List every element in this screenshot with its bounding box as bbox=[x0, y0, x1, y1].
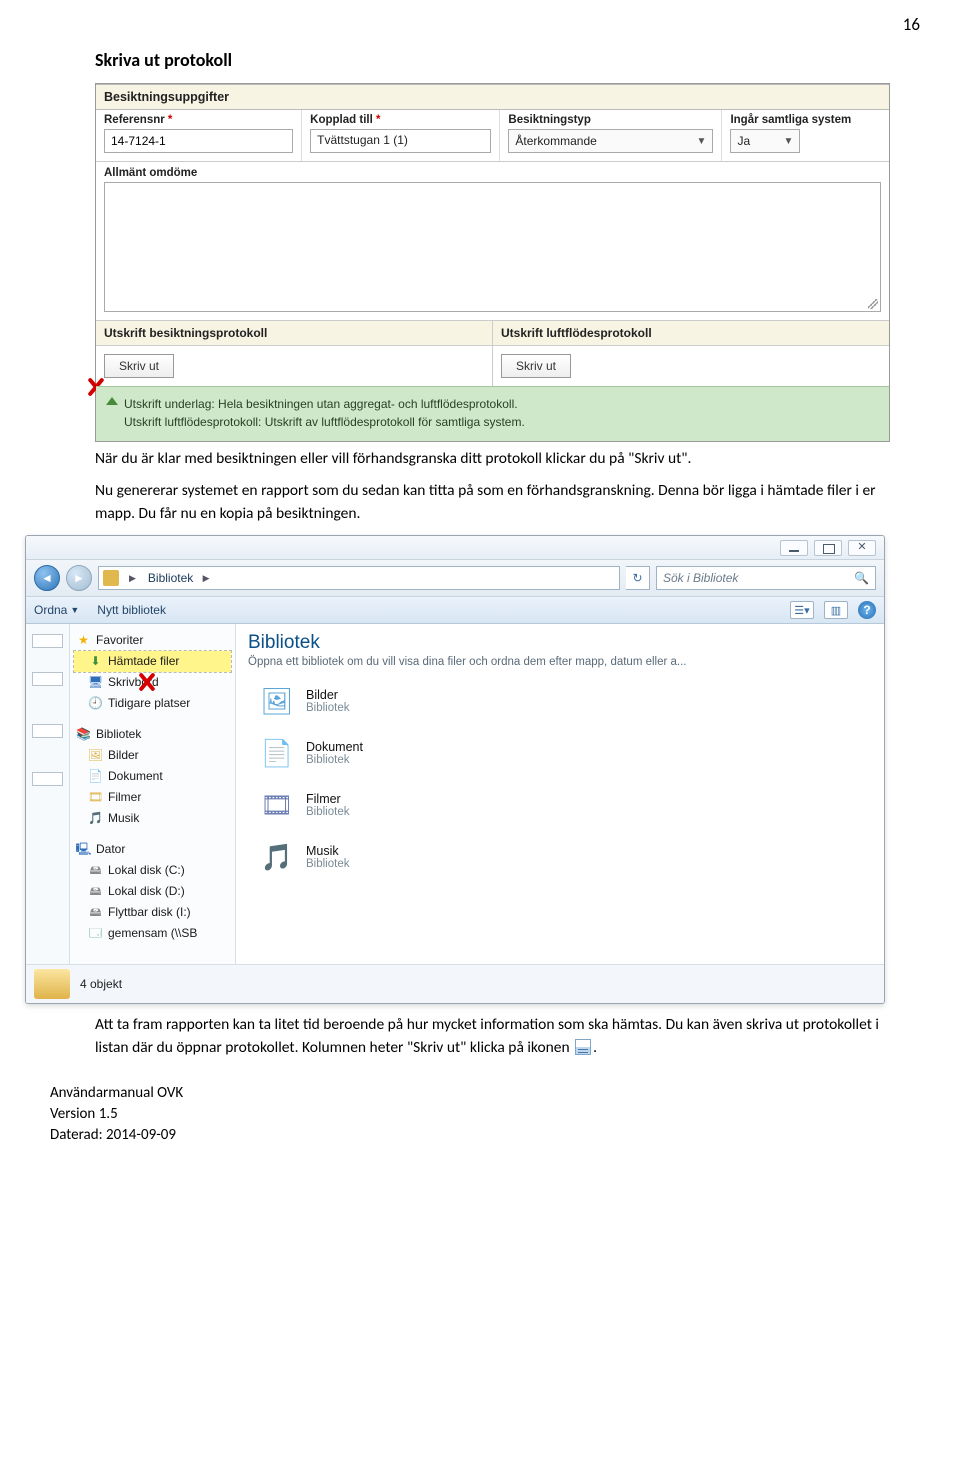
annotation-x-icon bbox=[135, 671, 157, 693]
nav-row: ◄ ► ▶ Bibliotek ▶ ↻ Sök i Bibliotek 🔍 bbox=[26, 560, 884, 597]
footer-line-2: Version 1.5 bbox=[50, 1104, 960, 1125]
nav-disk-d[interactable]: 🖴Lokal disk (D:) bbox=[74, 881, 231, 902]
music-icon: 🎵 bbox=[258, 838, 296, 876]
nav-dator[interactable]: 🖳Dator bbox=[74, 839, 231, 860]
search-input[interactable]: Sök i Bibliotek 🔍 bbox=[656, 566, 876, 590]
breadcrumb[interactable]: ▶ Bibliotek ▶ bbox=[98, 566, 620, 590]
paragraph-1: När du är klar med besiktningen eller vi… bbox=[95, 448, 890, 470]
nav-disk-i[interactable]: 🖴Flyttbar disk (I:) bbox=[74, 902, 231, 923]
footer-line-3: Daterad: 2014-09-09 bbox=[50, 1125, 960, 1146]
close-button[interactable]: ✕ bbox=[848, 540, 876, 556]
folder-icon bbox=[34, 969, 70, 999]
form-screenshot: Besiktningsuppgifter Referensnr Kopplad … bbox=[95, 83, 890, 442]
print-column-icon bbox=[575, 1039, 591, 1055]
nytt-bibliotek-button[interactable]: Nytt bibliotek bbox=[97, 603, 166, 617]
library-musik[interactable]: 🎵 MusikBibliotek bbox=[258, 838, 872, 876]
info-line-2: Utskrift luftflödesprotokoll: Utskrift a… bbox=[124, 413, 879, 431]
skriv-ut-left-button[interactable]: Skriv ut bbox=[104, 354, 174, 378]
library-bilder[interactable]: 🖼 BilderBibliotek bbox=[258, 682, 872, 720]
toolbar: Ordna ▼ Nytt bibliotek ☰▾ ▥ ? bbox=[26, 597, 884, 624]
nav-tidigare[interactable]: 🕘Tidigare platser bbox=[74, 693, 231, 714]
typ-value: Återkommande bbox=[515, 134, 596, 148]
status-text: 4 objekt bbox=[80, 977, 122, 991]
chevron-right-icon: ▶ bbox=[203, 573, 210, 584]
typ-select[interactable]: Återkommande ▼ bbox=[508, 129, 713, 153]
status-bar: 4 objekt bbox=[26, 964, 884, 1003]
chevron-down-icon: ▼ bbox=[784, 136, 794, 147]
nav-bilder[interactable]: 🖼Bilder bbox=[74, 745, 231, 766]
pictures-icon: 🖼 bbox=[258, 682, 296, 720]
kopplad-label: Kopplad till bbox=[310, 114, 491, 126]
main-subtitle: Öppna ett bibliotek om du vill visa dina… bbox=[248, 656, 872, 668]
search-placeholder: Sök i Bibliotek bbox=[663, 571, 738, 585]
refresh-button[interactable]: ↻ bbox=[626, 566, 650, 590]
ingar-label: Ingår samtliga system bbox=[730, 114, 881, 126]
nav-filmer[interactable]: 🎞Filmer bbox=[74, 787, 231, 808]
back-button[interactable]: ◄ bbox=[34, 565, 60, 591]
triangle-up-icon bbox=[106, 397, 118, 405]
forward-button[interactable]: ► bbox=[66, 565, 92, 591]
ingar-select[interactable]: Ja ▼ bbox=[730, 129, 800, 153]
ref-label: Referensnr bbox=[104, 114, 293, 126]
nav-gemensam[interactable]: 🗔gemensam (\\SB bbox=[74, 923, 231, 944]
kopplad-value: Tvättstugan 1 (1) bbox=[310, 129, 491, 153]
nav-disk-c[interactable]: 🖴Lokal disk (C:) bbox=[74, 860, 231, 881]
section-bar-besiktning: Besiktningsuppgifter bbox=[96, 84, 889, 110]
documents-icon: 📄 bbox=[258, 734, 296, 772]
print-left-title: Utskrift besiktningsprotokoll bbox=[96, 321, 492, 346]
explorer-screenshot: ✕ ◄ ► ▶ Bibliotek ▶ ↻ Sök i Bibliotek 🔍 … bbox=[25, 535, 885, 1004]
paragraph-3: Att ta fram rapporten kan ta litet tid b… bbox=[95, 1014, 890, 1059]
chevron-down-icon: ▼ bbox=[697, 136, 707, 147]
allmant-label: Allmänt omdöme bbox=[96, 161, 889, 182]
skriv-ut-right-button[interactable]: Skriv ut bbox=[501, 354, 571, 378]
ordna-menu[interactable]: Ordna ▼ bbox=[34, 603, 79, 617]
paragraph-2: Nu genererar systemet en rapport som du … bbox=[95, 480, 890, 525]
ref-input[interactable] bbox=[104, 129, 293, 153]
preview-pane-button[interactable]: ▥ bbox=[824, 601, 848, 619]
nav-dokument[interactable]: 📄Dokument bbox=[74, 766, 231, 787]
chevron-down-icon: ▼ bbox=[70, 605, 79, 615]
section-heading: Skriva ut protokoll bbox=[95, 49, 890, 71]
window-titlebar: ✕ bbox=[26, 536, 884, 560]
typ-label: Besiktningstyp bbox=[508, 114, 713, 126]
nav-bibliotek[interactable]: 📚Bibliotek bbox=[74, 724, 231, 745]
ingar-value: Ja bbox=[737, 134, 750, 148]
help-button[interactable]: ? bbox=[858, 601, 876, 619]
info-line-1: Utskrift underlag: Hela besiktningen uta… bbox=[124, 395, 879, 413]
folder-icon bbox=[103, 570, 119, 586]
nav-musik[interactable]: 🎵Musik bbox=[74, 808, 231, 829]
print-right-title: Utskrift luftflödesprotokoll bbox=[493, 321, 889, 346]
nav-favoriter[interactable]: ★Favoriter bbox=[74, 630, 231, 651]
main-pane: Bibliotek Öppna ett bibliotek om du vill… bbox=[236, 624, 884, 964]
page-number: 16 bbox=[0, 0, 960, 39]
search-icon: 🔍 bbox=[854, 571, 869, 585]
view-button[interactable]: ☰▾ bbox=[790, 601, 814, 619]
resize-handle-icon[interactable] bbox=[868, 299, 878, 309]
library-dokument[interactable]: 📄 DokumentBibliotek bbox=[258, 734, 872, 772]
info-box: Utskrift underlag: Hela besiktningen uta… bbox=[96, 386, 889, 441]
videos-icon: 🎞 bbox=[258, 786, 296, 824]
footer-line-1: Användarmanual OVK bbox=[50, 1083, 960, 1104]
allmant-textarea[interactable] bbox=[104, 182, 881, 312]
chevron-right-icon: ▶ bbox=[129, 573, 136, 584]
left-gutter bbox=[26, 624, 70, 964]
crumb-label: Bibliotek bbox=[148, 571, 193, 585]
minimize-button[interactable] bbox=[780, 540, 808, 556]
nav-hamtade-filer[interactable]: ⬇Hämtade filer bbox=[74, 651, 231, 672]
library-filmer[interactable]: 🎞 FilmerBibliotek bbox=[258, 786, 872, 824]
maximize-button[interactable] bbox=[814, 540, 842, 556]
main-title: Bibliotek bbox=[248, 632, 872, 654]
